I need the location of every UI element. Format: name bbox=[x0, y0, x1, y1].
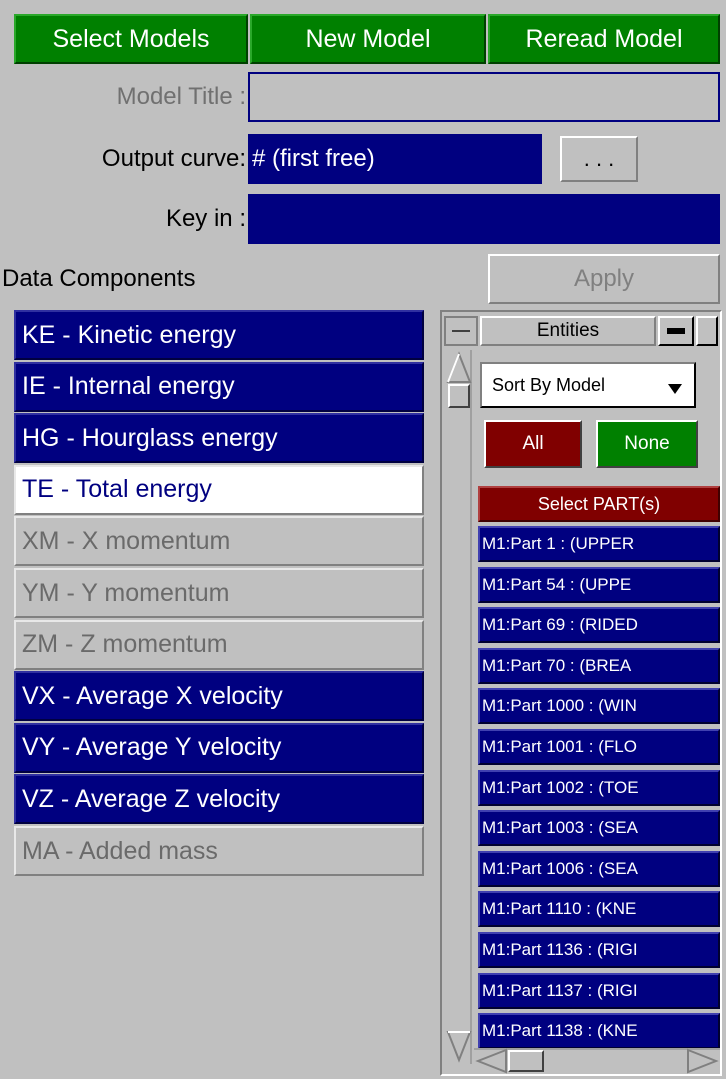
sort-dropdown[interactable]: Sort By Model bbox=[480, 362, 696, 408]
select-models-button[interactable]: Select Models bbox=[14, 14, 248, 64]
data-component-item[interactable]: XM - X momentum bbox=[14, 516, 424, 567]
data-component-item[interactable]: MA - Added mass bbox=[14, 826, 424, 876]
part-list-item[interactable]: M1:Part 54 : (UPPE bbox=[478, 566, 720, 603]
key-in-field[interactable] bbox=[248, 194, 720, 244]
apply-button[interactable]: Apply bbox=[488, 254, 720, 304]
reread-model-button[interactable]: Reread Model bbox=[488, 14, 720, 64]
dropdown-arrow-icon bbox=[668, 384, 682, 394]
data-component-item[interactable]: HG - Hourglass energy bbox=[14, 413, 424, 464]
part-list-item[interactable]: M1:Part 1001 : (FLO bbox=[478, 729, 720, 765]
part-list-item[interactable]: M1:Part 1006 : (SEA bbox=[478, 850, 720, 887]
data-component-item[interactable]: VX - Average X velocity bbox=[14, 671, 424, 722]
select-none-button[interactable]: None bbox=[596, 420, 698, 468]
model-title-field[interactable] bbox=[248, 72, 720, 122]
data-component-item[interactable]: VZ - Average Z velocity bbox=[14, 774, 424, 825]
scroll-down-arrow-icon[interactable] bbox=[446, 1030, 472, 1064]
key-in-label: Key in : bbox=[165, 205, 246, 232]
part-list-item[interactable]: M1:Part 1137 : (RIGI bbox=[478, 972, 720, 1009]
scroll-up-arrow-icon[interactable] bbox=[446, 350, 472, 384]
new-model-button[interactable]: New Model bbox=[250, 14, 486, 64]
output-curve-field[interactable]: # (first free) bbox=[248, 134, 542, 184]
data-component-item[interactable]: YM - Y momentum bbox=[14, 568, 424, 618]
data-components-heading: Data Components bbox=[2, 265, 196, 292]
vertical-scroll-thumb[interactable] bbox=[448, 384, 470, 408]
output-curve-label: Output curve: bbox=[101, 145, 246, 172]
scroll-left-arrow-icon[interactable] bbox=[474, 1048, 508, 1074]
part-list-item[interactable]: M1:Part 70 : (BREA bbox=[478, 647, 720, 684]
data-component-item[interactable]: IE - Internal energy bbox=[14, 361, 424, 412]
data-component-item[interactable]: KE - Kinetic energy bbox=[14, 310, 424, 360]
maximize-icon[interactable] bbox=[696, 316, 718, 346]
data-component-item[interactable]: ZM - Z momentum bbox=[14, 619, 424, 670]
part-list-item[interactable]: M1:Part 1138 : (KNE bbox=[478, 1013, 720, 1050]
entities-title: Entities bbox=[480, 316, 656, 346]
data-component-item[interactable]: TE - Total energy bbox=[14, 464, 424, 515]
select-parts-header: Select PART(s) bbox=[478, 486, 720, 522]
horizontal-scroll-thumb[interactable] bbox=[508, 1050, 544, 1072]
part-list-item[interactable]: M1:Part 1000 : (WIN bbox=[478, 688, 720, 725]
part-list-item[interactable]: M1:Part 69 : (RIDED bbox=[478, 607, 720, 644]
vertical-scrollbar[interactable] bbox=[446, 350, 472, 1064]
collapse-icon[interactable] bbox=[444, 316, 478, 346]
part-list-item[interactable]: M1:Part 1003 : (SEA bbox=[478, 810, 720, 847]
data-component-item[interactable]: VY - Average Y velocity bbox=[14, 722, 424, 773]
part-list-item[interactable]: M1:Part 1002 : (TOE bbox=[478, 769, 720, 806]
part-list-item[interactable]: M1:Part 1136 : (RIGI bbox=[478, 932, 720, 968]
sort-dropdown-label: Sort By Model bbox=[492, 374, 606, 395]
part-list-item[interactable]: M1:Part 1110 : (KNE bbox=[478, 891, 720, 928]
scroll-right-arrow-icon[interactable] bbox=[686, 1048, 720, 1074]
part-list-item[interactable]: M1:Part 1 : (UPPER bbox=[478, 526, 720, 562]
minimize-icon[interactable] bbox=[658, 316, 694, 346]
model-title-label: Model Title : bbox=[116, 83, 246, 110]
output-curve-browse-button[interactable]: . . . bbox=[560, 136, 638, 182]
select-all-button[interactable]: All bbox=[484, 420, 582, 468]
